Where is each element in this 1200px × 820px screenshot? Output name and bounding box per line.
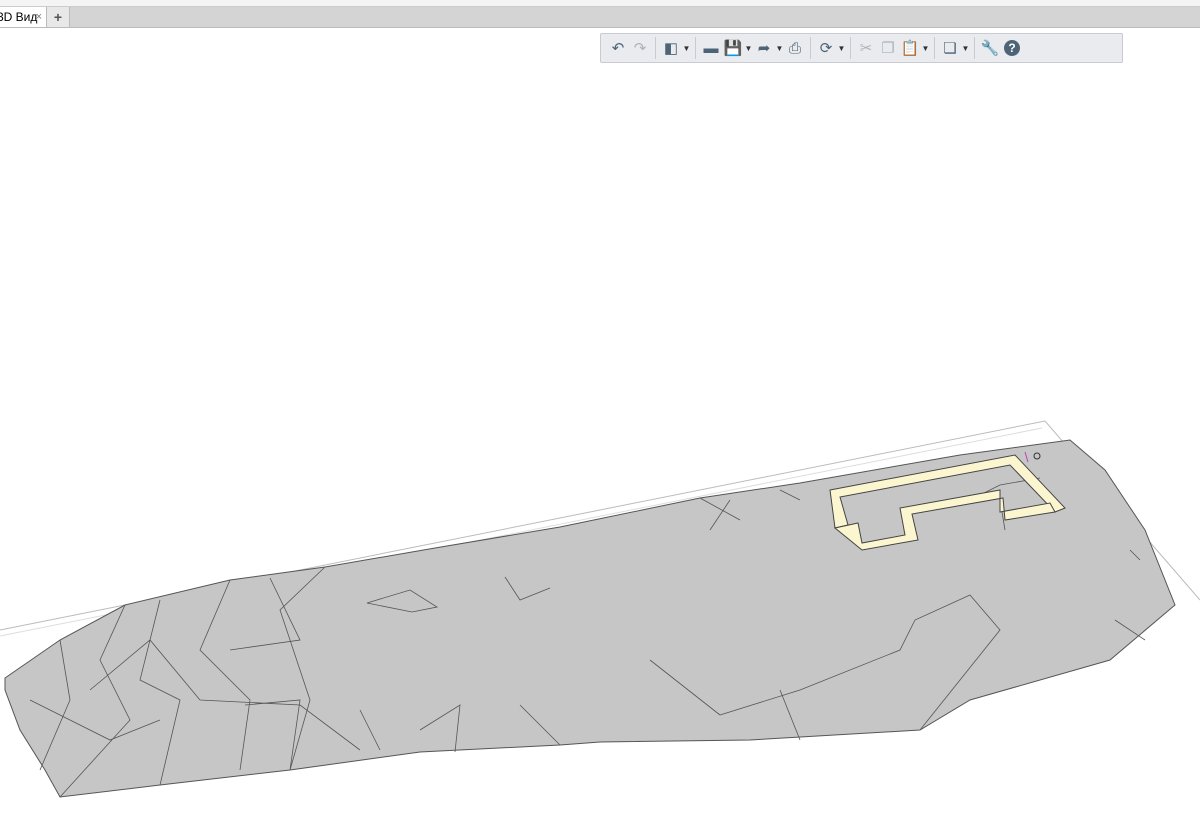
3d-viewport[interactable] bbox=[0, 0, 1200, 820]
3d-box-button[interactable]: ◧ bbox=[660, 37, 682, 59]
views-icon: ❏ bbox=[943, 40, 957, 57]
dropdown-arrow-icon[interactable]: ▼ bbox=[682, 44, 691, 53]
settings-wrench-button[interactable]: 🔧 bbox=[979, 37, 1001, 59]
toolbar-separator bbox=[810, 37, 811, 59]
toolbar-separator bbox=[934, 37, 935, 59]
toolbar-separator bbox=[695, 37, 696, 59]
sync-cloud-icon: ⟳ bbox=[819, 40, 833, 57]
cut-button[interactable]: ✂ bbox=[855, 37, 877, 59]
dropdown-arrow-icon[interactable]: ▼ bbox=[961, 44, 970, 53]
toolbar-separator bbox=[655, 37, 656, 59]
dropdown-arrow-icon[interactable]: ▼ bbox=[837, 44, 846, 53]
cut-icon: ✂ bbox=[859, 40, 873, 57]
redo-button[interactable]: ↷ bbox=[629, 37, 651, 59]
dropdown-arrow-icon[interactable]: ▼ bbox=[744, 44, 753, 53]
export-icon: ➦ bbox=[757, 40, 771, 57]
print-icon: ⎙ bbox=[788, 39, 801, 57]
open-folder-button[interactable]: ▬ bbox=[700, 37, 722, 59]
undo-button[interactable]: ↶ bbox=[607, 37, 629, 59]
settings-wrench-icon: 🔧 bbox=[980, 40, 1000, 57]
export-button[interactable]: ➦ bbox=[753, 37, 775, 59]
redo-icon: ↷ bbox=[633, 40, 647, 57]
help-icon: ? bbox=[1004, 40, 1020, 56]
sync-cloud-button[interactable]: ⟳ bbox=[815, 37, 837, 59]
toolbar-separator bbox=[850, 37, 851, 59]
main-toolbar: ↶ ↷ ◧ ▼ ▬ 💾 ▼ ➦ ▼ ⎙ ⟳ ▼ ✂ ❐ 📋 ▼ ❏ ▼ 🔧? bbox=[600, 33, 1123, 63]
open-folder-icon: ▬ bbox=[703, 39, 719, 57]
dropdown-arrow-icon[interactable]: ▼ bbox=[921, 44, 930, 53]
save-button[interactable]: 💾 bbox=[722, 37, 744, 59]
print-button[interactable]: ⎙ bbox=[784, 37, 806, 59]
dropdown-arrow-icon[interactable]: ▼ bbox=[775, 44, 784, 53]
undo-icon: ↶ bbox=[611, 40, 625, 57]
paste-button[interactable]: 📋 bbox=[899, 37, 921, 59]
copy-button[interactable]: ❐ bbox=[877, 37, 899, 59]
copy-icon: ❐ bbox=[881, 40, 895, 57]
toolbar-separator bbox=[974, 37, 975, 59]
help-button[interactable]: ? bbox=[1001, 37, 1023, 59]
3d-box-icon: ◧ bbox=[663, 40, 679, 57]
views-button[interactable]: ❏ bbox=[939, 37, 961, 59]
save-icon: 💾 bbox=[723, 40, 743, 57]
paste-icon: 📋 bbox=[900, 40, 920, 57]
